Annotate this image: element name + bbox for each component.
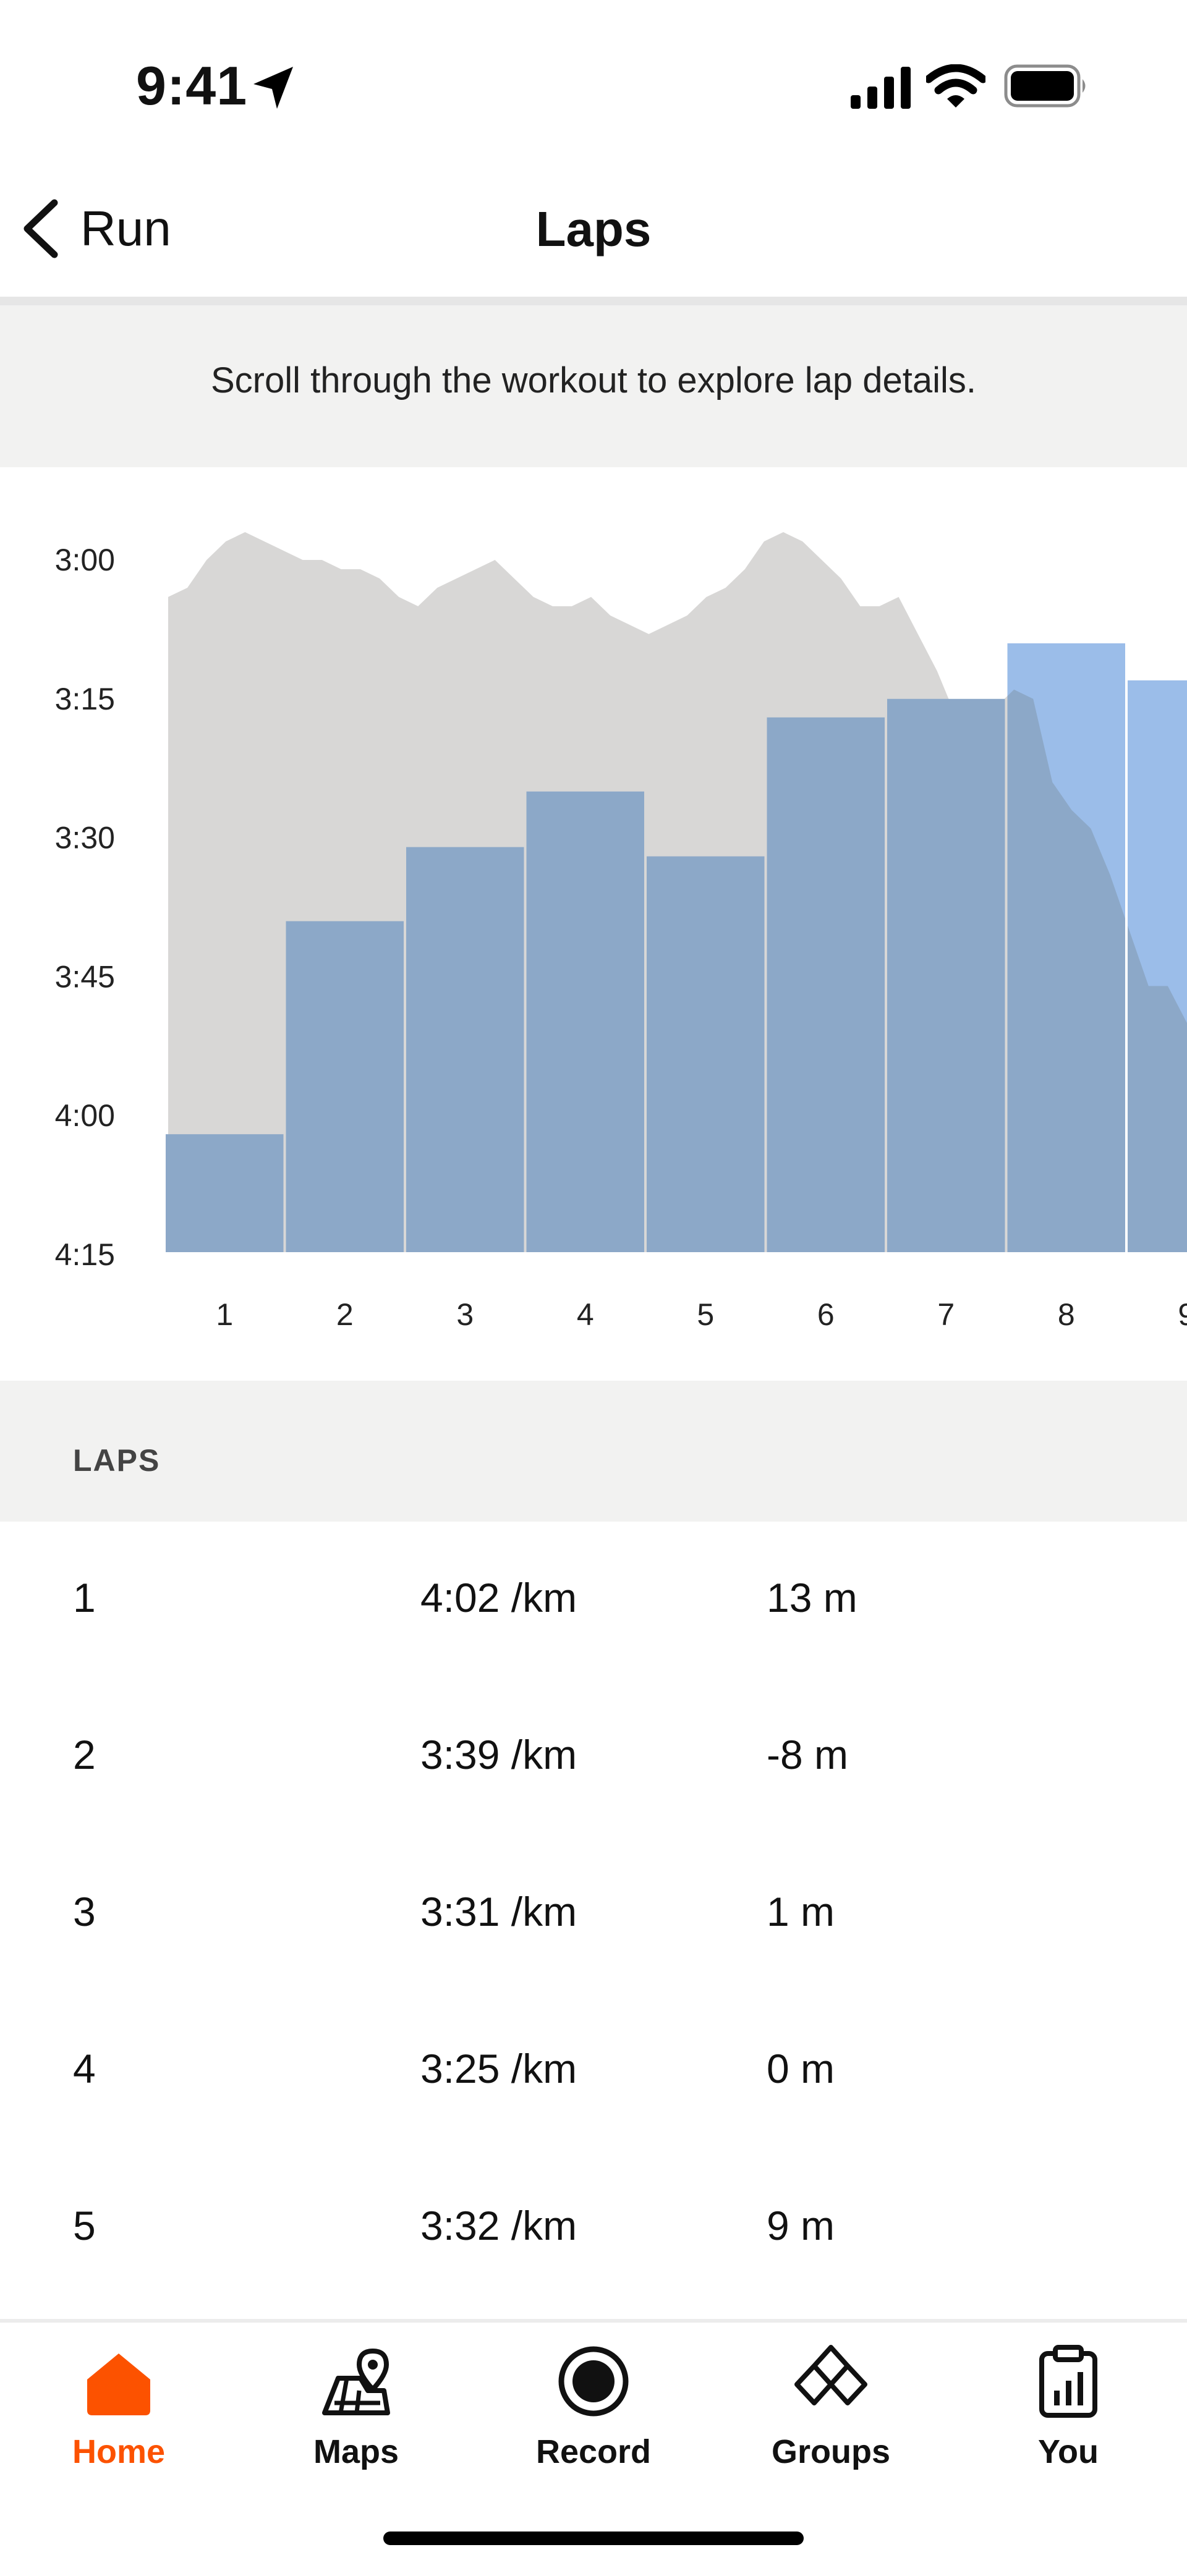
y-tick-label: 4:00 xyxy=(55,1098,115,1133)
tab-label: Groups xyxy=(771,2433,890,2470)
lap-pace: 3:25 /km xyxy=(420,2046,577,2091)
x-tick-label: 4 xyxy=(577,1297,594,1332)
lap-elevation: 1 m xyxy=(767,1889,835,1934)
y-tick-label: 3:15 xyxy=(55,682,115,716)
hint-text: Scroll through the workout to explore la… xyxy=(210,360,977,400)
tab-label: You xyxy=(1038,2433,1099,2470)
laps-list: 1 4:02 /km 13 m 2 3:39 /km -8 m 3 3:31 /… xyxy=(0,1522,1187,2323)
nav-bar: Run Laps xyxy=(0,167,1187,305)
status-time: 9:41 xyxy=(136,55,248,116)
tab-label: Maps xyxy=(313,2433,399,2470)
x-tick-label: 5 xyxy=(697,1297,714,1332)
bar-separator xyxy=(1125,680,1128,1252)
battery-icon xyxy=(1004,64,1086,108)
lap-pace: 3:32 /km xyxy=(420,2203,577,2248)
lap-row[interactable]: 4 3:25 /km 0 m xyxy=(0,1993,1187,2150)
page-title: Laps xyxy=(535,201,652,256)
wifi-icon xyxy=(926,64,985,108)
lap-elevation: 9 m xyxy=(767,2203,835,2248)
tab-groups[interactable]: Groups xyxy=(712,2341,950,2502)
lap-elevation: 0 m xyxy=(767,2046,835,2091)
home-indicator xyxy=(383,2532,804,2545)
you-icon xyxy=(1039,2345,1097,2418)
lap-row[interactable]: 5 3:32 /km 9 m xyxy=(0,2150,1187,2307)
laps-section-header: LAPS xyxy=(0,1381,1187,1522)
lap-elevation: 13 m xyxy=(767,1575,857,1621)
lap-number: 2 xyxy=(73,1732,96,1777)
lap-elevation: -8 m xyxy=(767,1732,848,1777)
y-tick-label: 3:30 xyxy=(55,821,115,855)
x-tick-label: 6 xyxy=(817,1297,835,1332)
lap-pace: 3:39 /km xyxy=(420,1732,577,1777)
x-tick-label: 3 xyxy=(456,1297,474,1332)
chart-svg: 3:00 3:15 3:30 3:45 4:00 4:15 1 2 3 4 5 6 7 8 9 xyxy=(55,532,1187,1332)
lap-bar-5[interactable] xyxy=(647,856,765,1252)
tab-home[interactable]: Home xyxy=(0,2341,237,2502)
home-icon xyxy=(87,2354,150,2415)
lap-bar-6[interactable] xyxy=(767,717,885,1252)
tab-record[interactable]: Record xyxy=(475,2341,712,2502)
location-arrow-icon xyxy=(253,67,293,109)
status-bar: 9:41 xyxy=(0,0,1187,167)
tab-you[interactable]: You xyxy=(950,2341,1187,2502)
lap-number: 4 xyxy=(73,2046,96,2091)
lap-pace-chart[interactable]: 3:00 3:15 3:30 3:45 4:00 4:15 1 2 3 4 5 6 7 8 9 xyxy=(0,467,1187,1381)
groups-icon xyxy=(794,2345,867,2405)
lap-row[interactable]: 2 3:39 /km -8 m xyxy=(0,1679,1187,1836)
tab-label: Home xyxy=(72,2433,166,2470)
y-tick-label: 4:15 xyxy=(55,1237,115,1272)
tab-label: Record xyxy=(535,2433,652,2470)
lap-pace: 4:02 /km xyxy=(420,1575,577,1621)
lap-bar-2[interactable] xyxy=(286,921,404,1252)
lap-bar-7[interactable] xyxy=(887,698,1005,1252)
lap-row[interactable]: 1 4:02 /km 13 m xyxy=(0,1522,1187,1679)
lap-number: 1 xyxy=(73,1575,96,1621)
hint-banner: Scroll through the workout to explore la… xyxy=(0,305,1187,467)
y-tick-label: 3:00 xyxy=(55,543,115,577)
lap-pace: 3:31 /km xyxy=(420,1889,577,1934)
cellular-signal-icon xyxy=(851,67,911,109)
lap-bar-3[interactable] xyxy=(406,847,524,1252)
record-icon xyxy=(558,2346,629,2417)
x-tick-label: 2 xyxy=(336,1297,354,1332)
x-tick-label: 8 xyxy=(1058,1297,1075,1332)
x-tick-label: 7 xyxy=(937,1297,955,1332)
lap-number: 3 xyxy=(73,1889,96,1934)
lap-row[interactable]: 3 3:31 /km 1 m xyxy=(0,1836,1187,1993)
laps-header-label: LAPS xyxy=(73,1443,161,1478)
x-tick-label: 9 xyxy=(1178,1297,1187,1332)
lap-bar-4[interactable] xyxy=(526,791,645,1252)
x-tick-label: 1 xyxy=(216,1297,233,1332)
maps-icon xyxy=(322,2348,390,2415)
lap-bar-1[interactable] xyxy=(166,1134,284,1252)
lap-number: 5 xyxy=(73,2203,96,2248)
tab-maps[interactable]: Maps xyxy=(237,2341,475,2502)
y-tick-label: 3:45 xyxy=(55,959,115,994)
